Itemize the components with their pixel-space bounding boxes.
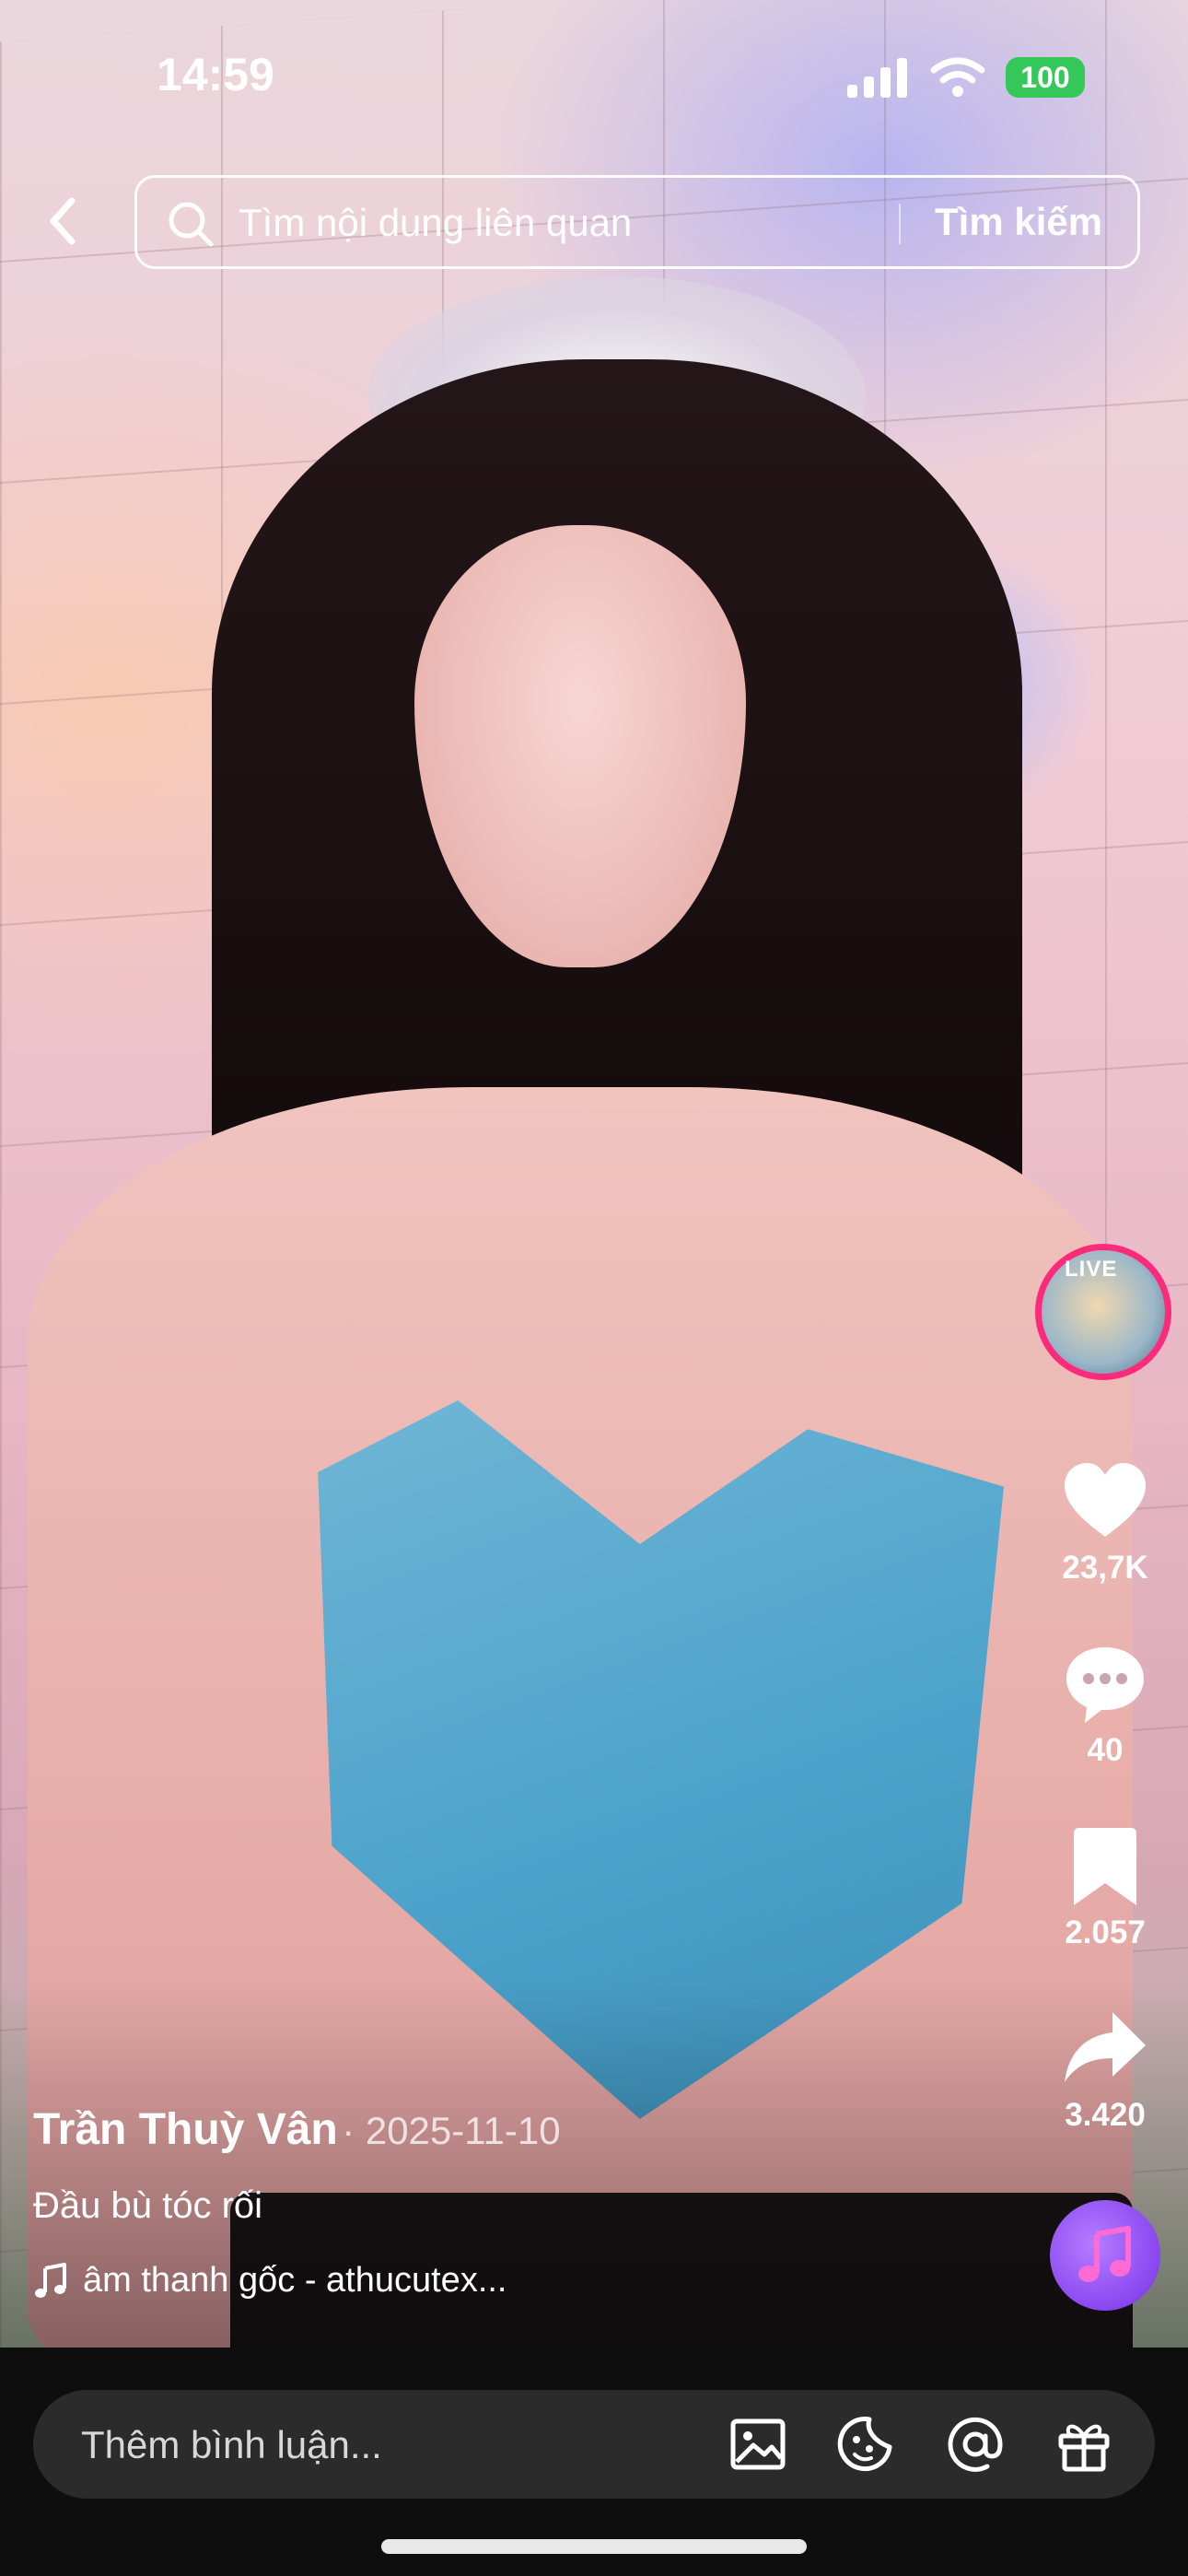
music-note-icon bbox=[35, 2262, 66, 2298]
post-caption: Đầu bù tóc rối bbox=[33, 2185, 263, 2226]
save-count: 2.057 bbox=[1065, 1914, 1146, 1950]
sound-link[interactable]: âm thanh gốc - athucutex... bbox=[33, 2261, 507, 2301]
share-button[interactable]: 3.420 bbox=[1045, 2003, 1165, 2134]
status-time: 14:59 bbox=[157, 49, 274, 100]
comment-button[interactable]: 40 bbox=[1045, 1638, 1165, 1769]
search-button[interactable]: Tìm kiếm bbox=[935, 200, 1102, 244]
wifi-icon bbox=[930, 57, 985, 97]
like-count: 23,7K bbox=[1062, 1550, 1148, 1586]
back-icon bbox=[50, 197, 76, 245]
share-count: 3.420 bbox=[1065, 2097, 1146, 2133]
battery-indicator: 100 bbox=[1006, 57, 1085, 98]
gift-icon[interactable] bbox=[1052, 2412, 1116, 2476]
comment-icon bbox=[1066, 1647, 1144, 1723]
live-avatar[interactable]: LIVE bbox=[1035, 1244, 1171, 1380]
back-button[interactable] bbox=[28, 184, 101, 258]
share-icon bbox=[1065, 2012, 1146, 2082]
sticker-icon[interactable] bbox=[834, 2412, 899, 2476]
search-icon bbox=[169, 202, 214, 247]
bookmark-button[interactable]: 2.057 bbox=[1045, 1821, 1165, 1951]
music-note-icon bbox=[1078, 2226, 1131, 2282]
search-input[interactable]: Tìm nội dung liên quan bbox=[239, 201, 865, 245]
like-button[interactable]: 23,7K bbox=[1045, 1456, 1165, 1587]
author-line: Trần Thuỳ Vân · 2025-11-10 bbox=[33, 2104, 561, 2155]
comment-input[interactable]: Thêm bình luận... bbox=[81, 2423, 382, 2467]
music-disc[interactable] bbox=[1050, 2200, 1160, 2311]
post-date: · 2025-11-10 bbox=[342, 2109, 561, 2152]
live-badge: LIVE bbox=[1065, 1257, 1118, 1282]
home-indicator[interactable] bbox=[381, 2539, 807, 2554]
comment-bar[interactable]: Thêm bình luận... bbox=[33, 2390, 1155, 2499]
search-bar[interactable]: Tìm nội dung liên quan Tìm kiếm bbox=[134, 175, 1140, 269]
image-icon[interactable] bbox=[726, 2412, 790, 2476]
status-icons: 100 bbox=[845, 57, 1085, 98]
author-name[interactable]: Trần Thuỳ Vân bbox=[33, 2105, 338, 2154]
sound-name: âm thanh gốc - athucutex... bbox=[83, 2261, 507, 2300]
heart-icon bbox=[1065, 1463, 1146, 1537]
comment-count: 40 bbox=[1087, 1732, 1124, 1768]
bookmark-icon bbox=[1074, 1828, 1136, 1905]
video-player[interactable] bbox=[0, 0, 1188, 2348]
signal-icon bbox=[847, 58, 907, 98]
search-divider bbox=[899, 204, 901, 244]
mention-icon[interactable] bbox=[943, 2412, 1007, 2476]
